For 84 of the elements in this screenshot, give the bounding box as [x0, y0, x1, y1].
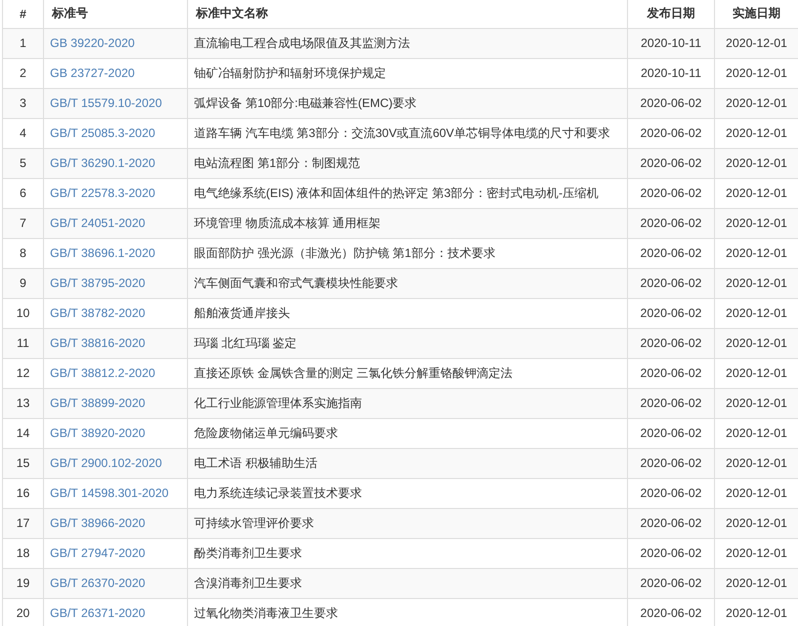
effective-date: 2020-12-01 [726, 366, 788, 380]
column-header: 标准中文名称 [188, 0, 628, 28]
row-number: 20 [16, 606, 30, 620]
effective-date: 2020-12-01 [726, 306, 788, 320]
standard-name: 汽车侧面气囊和帘式气囊模块性能要求 [194, 276, 398, 290]
publish-date: 2020-06-02 [640, 336, 702, 350]
row-number: 7 [20, 216, 26, 230]
row-number: 15 [16, 456, 30, 470]
publish-date: 2020-10-11 [640, 66, 702, 80]
column-header: # [2, 0, 44, 28]
effective-date: 2020-12-01 [726, 606, 788, 620]
effective-date: 2020-12-01 [726, 546, 788, 560]
publish-date: 2020-06-02 [640, 576, 702, 590]
publish-date: 2020-06-02 [640, 456, 702, 470]
effective-date: 2020-12-01 [726, 396, 788, 410]
publish-date: 2020-06-02 [640, 156, 702, 170]
row-number: 6 [20, 186, 26, 200]
effective-date: 2020-12-01 [726, 66, 788, 80]
row-number: 1 [20, 36, 26, 50]
standard-name: 化工行业能源管理体系实施指南 [194, 396, 362, 410]
effective-date: 2020-12-01 [726, 96, 788, 110]
effective-date: 2020-12-01 [726, 426, 788, 440]
standard-name: 危险废物储运单元编码要求 [194, 426, 338, 440]
effective-date: 2020-12-01 [726, 336, 788, 350]
standard-name: 铀矿冶辐射防护和辐射环境保护规定 [194, 66, 386, 80]
standard-name: 电工术语 积极辅助生活 [194, 456, 318, 470]
publish-date: 2020-06-02 [640, 126, 702, 140]
row-number: 13 [16, 396, 30, 410]
row-number: 4 [20, 126, 26, 140]
effective-date: 2020-12-01 [726, 486, 788, 500]
standard-name: 船舶液货通岸接头 [194, 306, 290, 320]
publish-date: 2020-06-02 [640, 516, 702, 530]
standard-name: 可持续水管理评价要求 [194, 516, 314, 530]
standard-name: 直流输电工程合成电场限值及其监测方法 [194, 36, 410, 50]
publish-date: 2020-06-02 [640, 366, 702, 380]
standard-name: 含溴消毒剂卫生要求 [194, 576, 302, 590]
publish-date: 2020-06-02 [640, 546, 702, 560]
effective-date: 2020-12-01 [726, 216, 788, 230]
publish-date: 2020-06-02 [640, 216, 702, 230]
publish-date: 2020-06-02 [640, 96, 702, 110]
standard-name: 过氧化物类消毒液卫生要求 [194, 606, 338, 620]
effective-date: 2020-12-01 [726, 576, 788, 590]
effective-date: 2020-12-01 [726, 126, 788, 140]
standard-name: 直接还原铁 金属铁含量的测定 三氯化铁分解重铬酸钾滴定法 [194, 366, 513, 380]
row-number: 9 [20, 276, 26, 290]
publish-date: 2020-06-02 [640, 306, 702, 320]
effective-date: 2020-12-01 [726, 186, 788, 200]
row-number: 10 [16, 306, 30, 320]
standard-name: 眼面部防护 强光源（非激光）防护镜 第1部分：技术要求 [194, 246, 496, 260]
publish-date: 2020-06-02 [640, 396, 702, 410]
row-number: 19 [16, 576, 30, 590]
row-number: 2 [20, 66, 26, 80]
row-number: 3 [20, 96, 26, 110]
publish-date: 2020-10-11 [640, 36, 702, 50]
column-header: 标准号 [44, 0, 188, 28]
standard-name: 电站流程图 第1部分：制图规范 [194, 156, 360, 170]
standard-name: 电力系统连续记录装置技术要求 [194, 486, 362, 500]
row-number: 5 [20, 156, 26, 170]
effective-date: 2020-12-01 [726, 456, 788, 470]
row-number: 17 [16, 516, 30, 530]
row-number: 11 [16, 336, 30, 350]
publish-date: 2020-06-02 [640, 606, 702, 620]
row-number: 14 [16, 426, 30, 440]
publish-date: 2020-06-02 [640, 276, 702, 290]
column-header: 发布日期 [628, 0, 714, 28]
publish-date: 2020-06-02 [640, 426, 702, 440]
row-number: 16 [16, 486, 30, 500]
row-number: 12 [16, 366, 30, 380]
publish-date: 2020-06-02 [640, 186, 702, 200]
effective-date: 2020-12-01 [726, 276, 788, 290]
standard-name: 玛瑙 北红玛瑙 鉴定 [194, 336, 297, 350]
effective-date: 2020-12-01 [726, 36, 788, 50]
publish-date: 2020-06-02 [640, 246, 702, 260]
standard-name: 电气绝缘系统(EIS) 液体和固体组件的热评定 第3部分：密封式电动机-压缩机 [194, 186, 599, 200]
effective-date: 2020-12-01 [726, 246, 788, 260]
publish-date: 2020-06-02 [640, 486, 702, 500]
standard-name: 环境管理 物质流成本核算 通用框架 [194, 216, 381, 230]
effective-date: 2020-12-01 [726, 516, 788, 530]
standard-name: 弧焊设备 第10部分:电磁兼容性(EMC)要求 [194, 96, 417, 110]
effective-date: 2020-12-01 [726, 156, 788, 170]
row-number: 18 [16, 546, 30, 560]
row-number: 8 [20, 246, 26, 260]
standard-name: 酚类消毒剂卫生要求 [194, 546, 302, 560]
standard-name: 道路车辆 汽车电缆 第3部分：交流30V或直流60V单芯铜导体电缆的尺寸和要求 [194, 126, 610, 140]
